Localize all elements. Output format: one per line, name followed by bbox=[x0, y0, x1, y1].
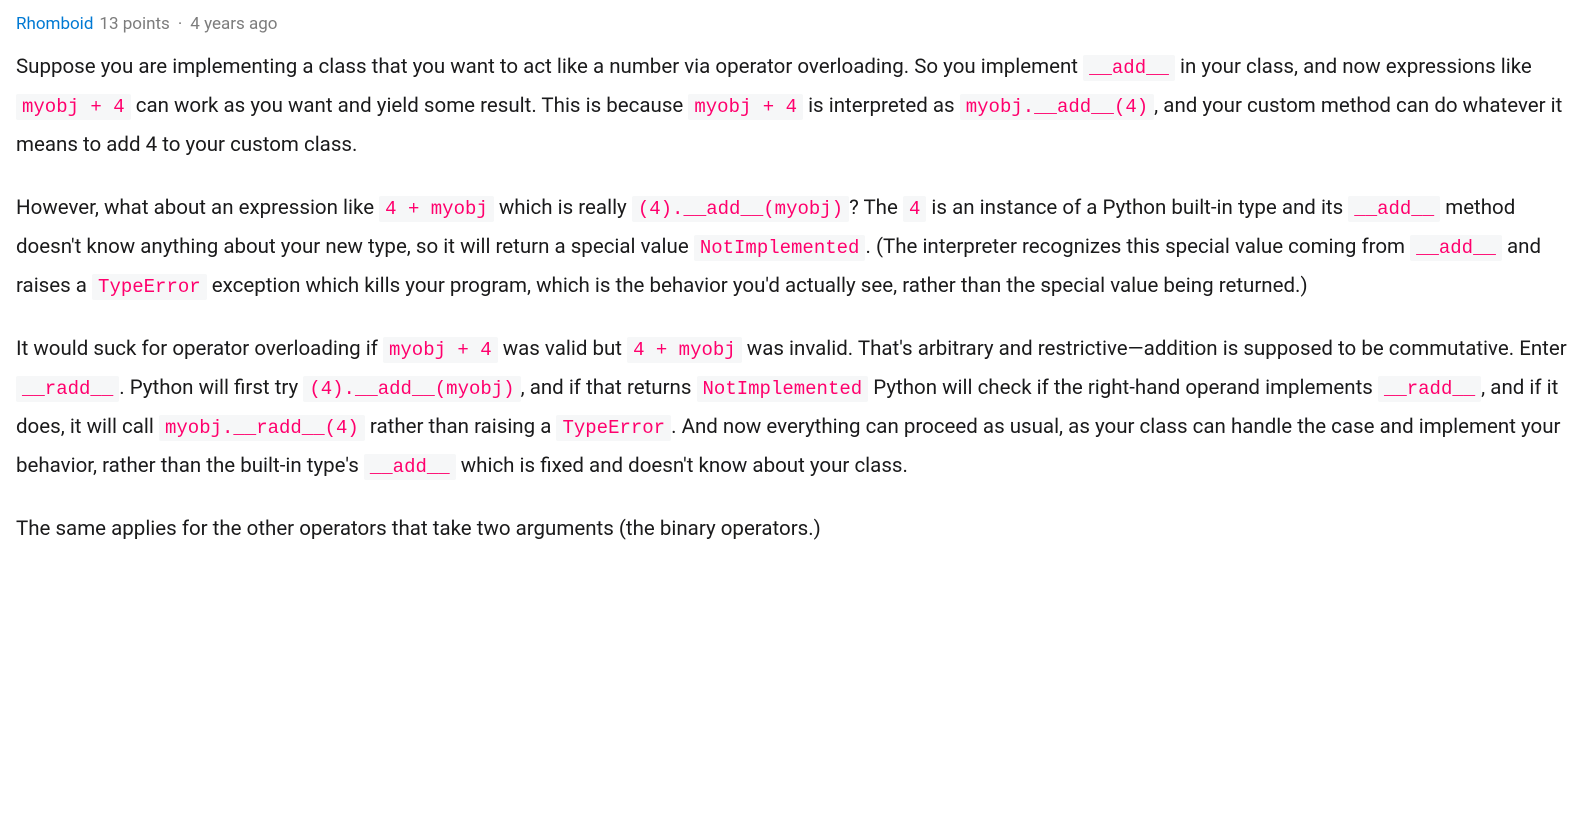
inline-code: myobj + 4 bbox=[16, 94, 131, 120]
text-segment: The same applies for the other operators… bbox=[16, 517, 821, 541]
text-segment: was valid but bbox=[498, 337, 627, 361]
inline-code: 4 + myobj bbox=[627, 337, 742, 363]
text-segment: . Python will first try bbox=[119, 376, 303, 400]
comment-body: Suppose you are implementing a class tha… bbox=[16, 48, 1578, 548]
timestamp-label: 4 years ago bbox=[190, 8, 277, 40]
inline-code: __add__ bbox=[364, 454, 456, 480]
inline-code: __add__ bbox=[1083, 55, 1175, 81]
points-label: 13 points bbox=[99, 8, 169, 40]
inline-code: __add__ bbox=[1410, 235, 1502, 261]
inline-code: __add__ bbox=[1348, 196, 1440, 222]
text-segment: However, what about an expression like bbox=[16, 196, 379, 220]
text-segment: which is fixed and doesn't know about yo… bbox=[456, 454, 908, 478]
text-segment: . (The interpreter recognizes this speci… bbox=[865, 235, 1410, 259]
inline-code: NotImplemented bbox=[697, 376, 869, 402]
text-segment: It would suck for operator overloading i… bbox=[16, 337, 383, 361]
inline-code: (4).__add__(myobj) bbox=[632, 196, 849, 222]
meta-separator: · bbox=[178, 8, 182, 40]
inline-code: myobj + 4 bbox=[688, 94, 803, 120]
comment-paragraph: However, what about an expression like 4… bbox=[16, 189, 1578, 306]
inline-code: 4 bbox=[903, 196, 926, 222]
text-segment: which is really bbox=[494, 196, 632, 220]
inline-code: TypeError bbox=[92, 274, 207, 300]
inline-code: TypeError bbox=[556, 415, 671, 441]
inline-code: __radd__ bbox=[16, 376, 119, 402]
inline-code: (4).__add__(myobj) bbox=[303, 376, 520, 402]
text-segment: is an instance of a Python built-in type… bbox=[926, 196, 1348, 220]
text-segment: , and if that returns bbox=[521, 376, 697, 400]
comment-paragraph: The same applies for the other operators… bbox=[16, 510, 1578, 549]
text-segment: exception which kills your program, whic… bbox=[207, 274, 1308, 298]
inline-code: myobj.__add__(4) bbox=[960, 94, 1154, 120]
author-link[interactable]: Rhomboid bbox=[16, 8, 93, 40]
text-segment: can work as you want and yield some resu… bbox=[131, 94, 689, 118]
comment-paragraph: Suppose you are implementing a class tha… bbox=[16, 48, 1578, 165]
text-segment: Suppose you are implementing a class tha… bbox=[16, 55, 1083, 79]
text-segment: is interpreted as bbox=[803, 94, 960, 118]
text-segment: in your class, and now expressions like bbox=[1175, 55, 1532, 79]
text-segment: Python will check if the right-hand oper… bbox=[868, 376, 1378, 400]
inline-code: 4 + myobj bbox=[379, 196, 494, 222]
text-segment: was invalid. That's arbitrary and restri… bbox=[742, 337, 1567, 361]
inline-code: __radd__ bbox=[1378, 376, 1481, 402]
text-segment: ? The bbox=[849, 196, 903, 220]
text-segment: rather than raising a bbox=[365, 415, 557, 439]
inline-code: NotImplemented bbox=[694, 235, 866, 261]
comment-header: Rhomboid 13 points · 4 years ago bbox=[16, 8, 1578, 40]
comment-paragraph: It would suck for operator overloading i… bbox=[16, 330, 1578, 486]
inline-code: myobj + 4 bbox=[383, 337, 498, 363]
inline-code: myobj.__radd__(4) bbox=[159, 415, 365, 441]
